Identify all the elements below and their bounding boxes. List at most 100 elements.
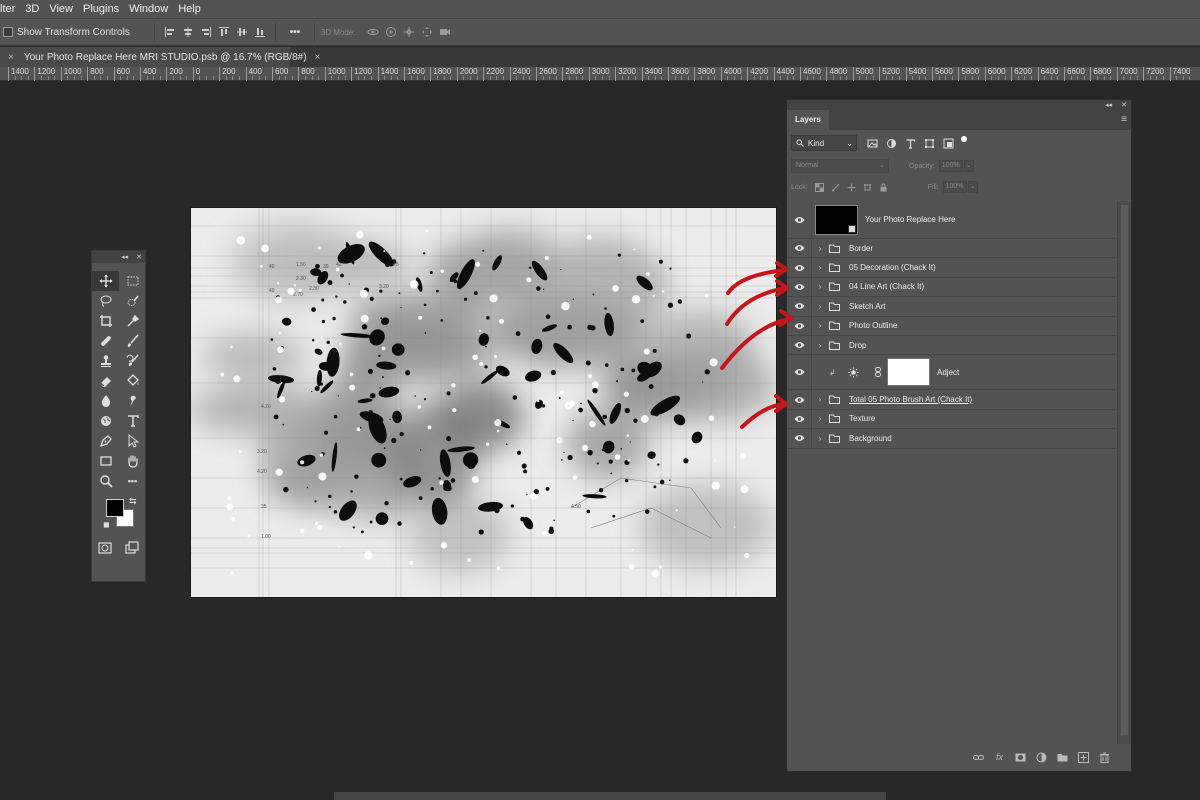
chevron-right-icon[interactable]: ›: [815, 302, 825, 311]
history-brush-tool[interactable]: [119, 351, 146, 371]
scroll-thumb[interactable]: [1121, 205, 1128, 735]
show-transform-checkbox[interactable]: [3, 27, 13, 37]
new-group-button[interactable]: [1056, 751, 1069, 764]
layer-group-line-art[interactable]: › 04 Line Art (Chack It): [787, 277, 1118, 298]
lock-all-button[interactable]: [876, 183, 892, 192]
visibility-toggle[interactable]: [787, 302, 811, 310]
menu-3d[interactable]: 3D: [20, 0, 44, 18]
layer-adjustment[interactable]: ↲ Adject: [787, 355, 1118, 391]
zoom-tool[interactable]: [92, 471, 119, 491]
layer-photo[interactable]: Your Photo Replace Here: [787, 201, 1118, 239]
marquee-tool[interactable]: [119, 271, 146, 291]
type-tool[interactable]: [119, 411, 146, 431]
healing-brush-tool[interactable]: [92, 331, 119, 351]
layer-group-texture[interactable]: › Texture: [787, 409, 1118, 430]
crop-tool[interactable]: [92, 311, 119, 331]
filter-kind-select[interactable]: Kind ⌄: [791, 135, 857, 151]
filter-pixel-button[interactable]: [863, 135, 882, 151]
filter-toggle-icon[interactable]: [961, 136, 967, 142]
filter-shape-button[interactable]: [920, 135, 939, 151]
link-layers-button[interactable]: [972, 751, 985, 764]
pen-tool[interactable]: [92, 431, 119, 451]
visibility-toggle[interactable]: [787, 322, 811, 330]
chevron-right-icon[interactable]: ›: [815, 263, 825, 272]
scroll-thumb[interactable]: [334, 792, 886, 800]
horizontal-scrollbar[interactable]: [0, 788, 1200, 800]
edit-toolbar-button[interactable]: •••: [119, 471, 146, 491]
align-bottom-icon[interactable]: [251, 23, 269, 41]
tab-layers[interactable]: Layers: [787, 110, 829, 130]
quick-select-tool[interactable]: [119, 291, 146, 311]
menu-view[interactable]: View: [44, 0, 78, 18]
blur-tool[interactable]: [92, 391, 119, 411]
blend-mode-select[interactable]: Normal ⌄: [791, 159, 889, 173]
visibility-toggle[interactable]: [787, 368, 811, 376]
lock-artboard-button[interactable]: [860, 183, 876, 192]
fx-button[interactable]: fx: [993, 751, 1006, 764]
chevron-right-icon[interactable]: ›: [815, 244, 825, 253]
document-tab[interactable]: × Your Photo Replace Here MRI STUDIO.psb…: [0, 47, 320, 67]
collapse-icon[interactable]: ◂◂: [1105, 101, 1112, 109]
chevron-right-icon[interactable]: ›: [815, 414, 825, 423]
lock-pixels-button[interactable]: [828, 183, 844, 192]
brush-tool[interactable]: [119, 331, 146, 351]
default-colors-icon[interactable]: ◼: [103, 520, 110, 529]
orbit-3d-icon[interactable]: [364, 23, 382, 41]
chevron-right-icon[interactable]: ›: [815, 434, 825, 443]
visibility-toggle[interactable]: [787, 244, 811, 252]
tools-grip[interactable]: [92, 263, 145, 271]
visibility-toggle[interactable]: [787, 264, 811, 272]
lasso-tool[interactable]: [92, 291, 119, 311]
fill-input[interactable]: 100%: [942, 181, 967, 193]
foreground-color-swatch[interactable]: [106, 499, 124, 517]
lock-transparent-button[interactable]: [812, 182, 828, 192]
tab-close-left-icon[interactable]: ×: [8, 52, 14, 63]
align-center-h-icon[interactable]: [179, 23, 197, 41]
swap-colors-icon[interactable]: ⇆: [129, 496, 137, 507]
layer-group-decoration[interactable]: › 05 Decoration (Chack It): [787, 258, 1118, 278]
opacity-dropdown-icon[interactable]: ⌄: [963, 160, 974, 172]
delete-layer-button[interactable]: [1098, 751, 1111, 764]
path-select-tool[interactable]: [119, 431, 146, 451]
close-icon[interactable]: ✕: [1121, 101, 1127, 109]
paint-bucket-tool[interactable]: [119, 371, 146, 391]
drag-3d-icon[interactable]: [400, 23, 418, 41]
layer-group-photo-brush-art[interactable]: › Total 05 Photo Brush Art (Chack It): [787, 390, 1118, 410]
menu-window[interactable]: Window: [124, 0, 173, 18]
hand-tool[interactable]: [119, 451, 146, 471]
link-icon[interactable]: [873, 367, 883, 378]
layer-group-photo-outline[interactable]: › Photo Outline: [787, 316, 1118, 336]
smudge-tool[interactable]: [119, 391, 146, 411]
collapse-icon[interactable]: ◂◂: [121, 253, 128, 261]
clone-stamp-tool[interactable]: [92, 351, 119, 371]
filter-adjustment-button[interactable]: [882, 135, 901, 151]
quick-mask-button[interactable]: [98, 541, 112, 560]
slide-3d-icon[interactable]: [418, 23, 436, 41]
fill-dropdown-icon[interactable]: ⌄: [967, 181, 978, 193]
align-top-icon[interactable]: [215, 23, 233, 41]
chevron-right-icon[interactable]: ›: [815, 321, 825, 330]
align-left-icon[interactable]: [161, 23, 179, 41]
opacity-input[interactable]: 100%: [938, 160, 963, 172]
menu-help[interactable]: Help: [173, 0, 206, 18]
layer-group-drop[interactable]: › Drop: [787, 335, 1118, 356]
lock-position-button[interactable]: [844, 183, 860, 192]
new-layer-button[interactable]: [1077, 751, 1090, 764]
chevron-right-icon[interactable]: ›: [815, 341, 825, 350]
panel-menu-icon[interactable]: ≡: [1121, 114, 1127, 125]
more-options-button[interactable]: •••: [282, 23, 308, 41]
menu-plugins[interactable]: Plugins: [78, 0, 124, 18]
layers-scrollbar[interactable]: [1117, 201, 1131, 744]
filter-smart-object-button[interactable]: [939, 135, 958, 151]
add-mask-button[interactable]: [1014, 751, 1027, 764]
close-icon[interactable]: ✕: [136, 253, 142, 261]
document-canvas[interactable]: 40 1.50 39 42 3.25 2.30 40 2.30 3.20 2.70 4.20 3.20…: [191, 208, 776, 597]
roll-3d-icon[interactable]: [382, 23, 400, 41]
new-adjustment-button[interactable]: [1035, 751, 1048, 764]
chevron-right-icon[interactable]: ›: [815, 282, 825, 291]
filter-type-button[interactable]: [901, 135, 920, 151]
screen-mode-button[interactable]: [125, 541, 139, 560]
layer-group-border[interactable]: › Border: [787, 239, 1118, 259]
visibility-toggle[interactable]: [787, 396, 811, 404]
rectangle-tool[interactable]: [92, 451, 119, 471]
